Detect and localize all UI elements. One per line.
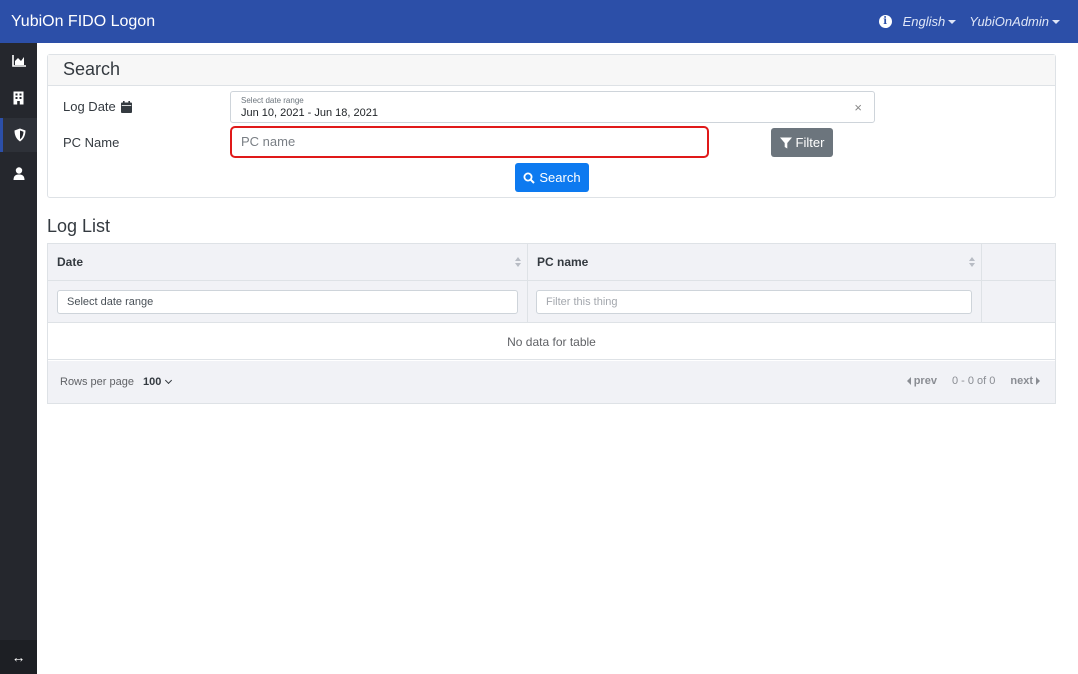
sort-icon xyxy=(969,257,976,267)
pc-name-filter-input[interactable]: Filter this thing xyxy=(536,290,972,314)
rows-per-page-label: Rows per page xyxy=(60,376,134,388)
top-navbar: YubiOn FIDO Logon i English YubiOnAdmin xyxy=(0,0,1078,43)
chart-area-icon xyxy=(11,55,26,67)
chevron-down-icon xyxy=(165,376,173,385)
column-header-pc-name[interactable]: PC name xyxy=(528,244,982,281)
page-info: 0 - 0 of 0 xyxy=(951,375,996,387)
rows-per-page-value: 100 xyxy=(143,376,162,388)
pc-name-input[interactable]: PC name xyxy=(230,126,709,158)
log-list-title: Log List xyxy=(47,216,111,236)
date-range-caption: Select date range xyxy=(241,96,304,105)
pagination: prev 0 - 0 of 0 next xyxy=(906,375,1040,387)
column-header-label: Date xyxy=(57,255,84,269)
clear-date-icon[interactable]: × xyxy=(854,100,862,115)
sidebar-item-users[interactable] xyxy=(0,156,37,190)
date-range-value: Jun 10, 2021 - Jun 18, 2021 xyxy=(241,107,378,119)
caret-left-icon xyxy=(906,377,911,385)
pc-name-label: PC Name xyxy=(63,135,120,150)
search-button-label: Search xyxy=(539,170,581,185)
rows-per-page-select[interactable]: 100 xyxy=(143,376,173,388)
caret-down-icon xyxy=(948,19,957,24)
prev-page-label: prev xyxy=(913,375,937,387)
sidebar-item-dashboard[interactable] xyxy=(0,44,37,78)
arrows-horizontal-icon: ↔ xyxy=(11,649,26,665)
sidebar-item-security[interactable] xyxy=(0,118,37,152)
caret-right-icon xyxy=(1036,377,1040,385)
user-icon xyxy=(13,166,24,180)
search-icon xyxy=(523,172,536,184)
navbar-right: i English YubiOnAdmin xyxy=(878,14,1060,29)
language-dropdown[interactable]: English xyxy=(903,14,957,29)
search-button[interactable]: Search xyxy=(515,163,589,192)
building-icon xyxy=(13,91,24,105)
next-page-button[interactable]: next xyxy=(1010,375,1040,387)
sidebar-item-organization[interactable] xyxy=(0,81,37,115)
search-card: Search Log Date Select date range Jun 10… xyxy=(47,54,1056,198)
filter-button[interactable]: Filter xyxy=(771,128,833,157)
column-header-date[interactable]: Date xyxy=(48,244,528,281)
info-circle-icon[interactable]: i xyxy=(878,15,892,28)
search-card-title: Search xyxy=(48,55,1055,86)
sidebar-toggle[interactable]: ↔ xyxy=(0,640,37,674)
table-footer: Rows per page 100 prev 0 - 0 of 0 next xyxy=(48,361,1055,403)
filter-icon xyxy=(779,137,792,149)
calendar-icon xyxy=(120,100,132,113)
caret-down-icon xyxy=(1052,19,1060,24)
sidebar: ↔ xyxy=(0,43,37,674)
log-date-label: Log Date xyxy=(63,99,116,114)
log-date-label-group: Log Date xyxy=(63,99,132,114)
user-dropdown[interactable]: YubiOnAdmin xyxy=(969,14,1060,29)
prev-page-button[interactable]: prev xyxy=(906,375,937,387)
date-range-picker[interactable]: Select date range Jun 10, 2021 - Jun 18,… xyxy=(230,91,875,123)
next-page-label: next xyxy=(1010,375,1033,387)
app-title[interactable]: YubiOn FIDO Logon xyxy=(11,13,155,31)
table-header: Date PC name xyxy=(48,244,1055,281)
shield-icon xyxy=(14,128,26,142)
language-label: English xyxy=(902,14,946,29)
sort-icon xyxy=(515,257,522,267)
user-label: YubiOnAdmin xyxy=(969,14,1049,29)
table-filter-row: Select date range Filter this thing xyxy=(48,281,1055,323)
date-filter-input[interactable]: Select date range xyxy=(57,290,518,314)
log-table: Date PC name Select date range Filter th… xyxy=(47,243,1056,404)
empty-table-message: No data for table xyxy=(48,324,1055,360)
pc-filter-cell: Filter this thing xyxy=(528,281,982,323)
filter-button-label: Filter xyxy=(795,135,825,150)
date-filter-cell: Select date range xyxy=(48,281,528,323)
column-header-label: PC name xyxy=(537,255,589,269)
